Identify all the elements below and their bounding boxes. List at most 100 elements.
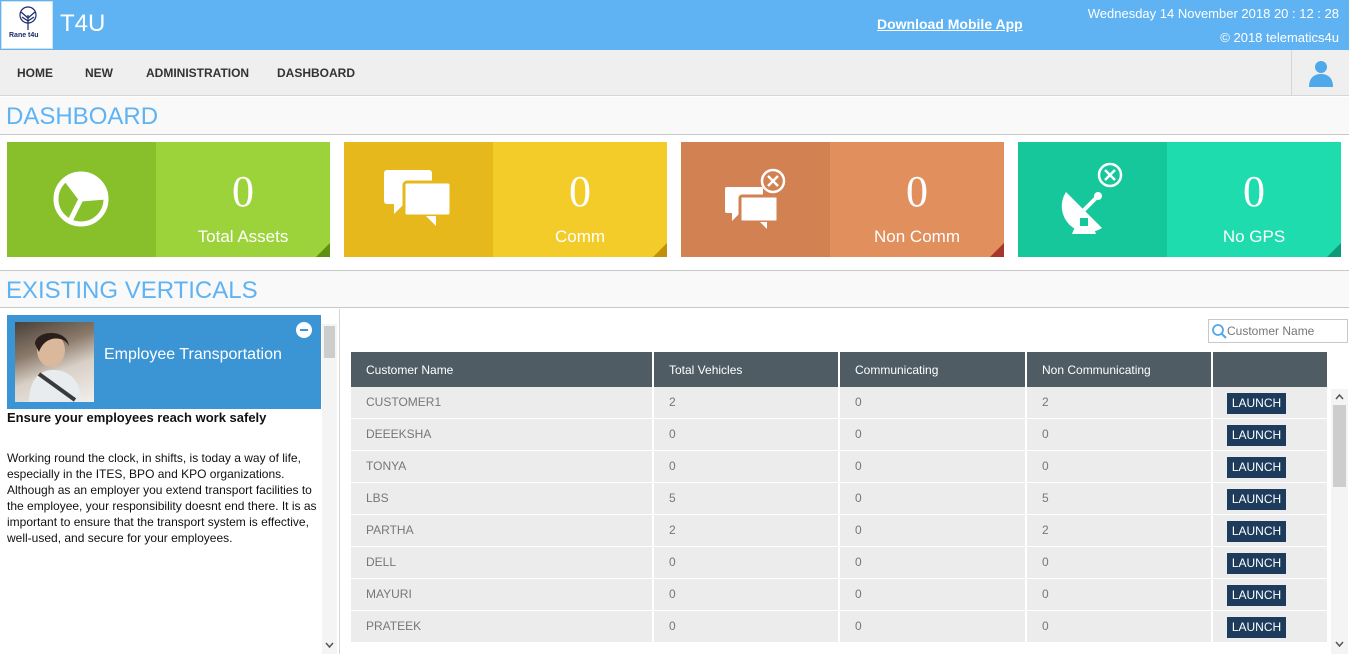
tile-value-area: 0 Non Comm: [830, 142, 1004, 257]
table-cell-noncomm: 0: [1027, 419, 1213, 450]
satellite-off-icon: [1061, 162, 1123, 234]
tile-icon-area: [344, 142, 493, 257]
scroll-up-arrow-icon[interactable]: [1335, 393, 1344, 400]
cell-text: 0: [669, 427, 676, 441]
table-cell-name: PARTHA: [351, 515, 654, 546]
table-scrollbar[interactable]: [1331, 389, 1348, 654]
table-row: PRATEEK 0 0 0 LAUNCH: [351, 611, 1327, 643]
launch-button[interactable]: LAUNCH: [1227, 585, 1286, 606]
cell-text: TONYA: [366, 459, 407, 473]
table-cell-action: LAUNCH: [1213, 419, 1327, 450]
launch-button[interactable]: LAUNCH: [1227, 489, 1286, 510]
cell-text: 0: [1042, 459, 1049, 473]
tile-no-gps[interactable]: 0 No GPS: [1018, 142, 1341, 257]
logo-text: Rane t4u: [9, 32, 39, 39]
collapse-button[interactable]: [296, 322, 312, 338]
table-cell-comm: 0: [840, 451, 1027, 482]
table-cell-action: LAUNCH: [1213, 515, 1327, 546]
scroll-down-arrow-icon[interactable]: [1335, 641, 1344, 648]
table-row: TONYA 0 0 0 LAUNCH: [351, 451, 1327, 483]
customers-table-body: CUSTOMER1 2 0 2 LAUNCH DEEEKSHA 0 0 0 LAUNCH TONYA…: [351, 387, 1331, 654]
table-cell-noncomm: 0: [1027, 547, 1213, 578]
nav-new[interactable]: NEW: [85, 66, 113, 80]
table-cell-action: LAUNCH: [1213, 483, 1327, 514]
nav-dashboard[interactable]: DASHBOARD: [277, 66, 355, 80]
table-cell-total: 5: [654, 483, 840, 514]
cell-text: 0: [669, 587, 676, 601]
comm-value: 0: [569, 167, 591, 216]
cell-text: LBS: [366, 491, 389, 505]
cell-text: 0: [1042, 619, 1049, 633]
cell-text: MAYURI: [366, 587, 412, 601]
table-cell-name: MAYURI: [351, 579, 654, 610]
table-row: DEEEKSHA 0 0 0 LAUNCH: [351, 419, 1327, 451]
verticals-scrollbar[interactable]: [322, 324, 337, 654]
table-cell-total: 2: [654, 515, 840, 546]
non-comm-label: Non Comm: [874, 227, 960, 246]
table-cell-comm: 0: [840, 611, 1027, 642]
cell-text: 0: [1042, 427, 1049, 441]
column-header-customer-name[interactable]: Customer Name: [351, 352, 654, 387]
table-cell-noncomm: 0: [1027, 579, 1213, 610]
cell-text: 2: [669, 523, 676, 537]
cell-text: PARTHA: [366, 523, 414, 537]
table-row: LBS 5 0 5 LAUNCH: [351, 483, 1327, 515]
table-cell-total: 0: [654, 451, 840, 482]
non-comm-value: 0: [906, 167, 928, 216]
column-header-label: Total Vehicles: [669, 363, 743, 377]
table-row: DELL 0 0 0 LAUNCH: [351, 547, 1327, 579]
table-cell-name: LBS: [351, 483, 654, 514]
table-row: PARTHA 2 0 2 LAUNCH: [351, 515, 1327, 547]
tile-comm[interactable]: 0 Comm: [344, 142, 667, 257]
launch-button[interactable]: LAUNCH: [1227, 521, 1286, 542]
scroll-down-arrow-icon[interactable]: [325, 642, 334, 649]
no-gps-value: 0: [1243, 167, 1265, 216]
column-header-total-vehicles[interactable]: Total Vehicles: [654, 352, 840, 387]
chat-bubbles-icon: [384, 170, 453, 226]
download-mobile-app-link[interactable]: Download Mobile App: [877, 16, 1023, 32]
cell-text: 0: [669, 459, 676, 473]
customer-search-input[interactable]: [1227, 322, 1345, 340]
tile-non-comm[interactable]: 0 Non Comm: [681, 142, 1004, 257]
datetime: Wednesday 14 November 2018 20 : 12 : 28: [1087, 6, 1339, 21]
cell-text: 0: [855, 427, 862, 441]
cell-text: 0: [855, 491, 862, 505]
tile-value-area: 0 Total Assets: [156, 142, 330, 257]
launch-button[interactable]: LAUNCH: [1227, 425, 1286, 446]
user-menu-button[interactable]: [1291, 50, 1349, 96]
tile-total-assets[interactable]: 0 Total Assets: [7, 142, 330, 257]
column-header-non-communicating[interactable]: Non Communicating: [1027, 352, 1213, 387]
table-cell-name: PRATEEK: [351, 611, 654, 642]
dashboard-section-title: DASHBOARD: [0, 97, 1349, 135]
vertical-card-employee-transportation[interactable]: Employee Transportation: [7, 315, 321, 409]
main-nav: HOME NEW ADMINISTRATION DASHBOARD: [0, 50, 1349, 96]
launch-button[interactable]: LAUNCH: [1227, 553, 1286, 574]
app-header: Rane t4u T4U Download Mobile App Wednesd…: [0, 0, 1349, 50]
launch-button[interactable]: LAUNCH: [1227, 393, 1286, 414]
cell-text: 0: [855, 555, 862, 569]
tile-value-area: 0 No GPS: [1167, 142, 1341, 257]
column-header-communicating[interactable]: Communicating: [840, 352, 1027, 387]
table-cell-action: LAUNCH: [1213, 387, 1327, 418]
table-cell-action: LAUNCH: [1213, 451, 1327, 482]
table-cell-comm: 0: [840, 483, 1027, 514]
table-cell-noncomm: 5: [1027, 483, 1213, 514]
cell-text: 2: [669, 395, 676, 409]
table-cell-comm: 0: [840, 387, 1027, 418]
scrollbar-thumb[interactable]: [324, 326, 335, 358]
table-row: MAYURI 0 0 0 LAUNCH: [351, 579, 1327, 611]
nav-home[interactable]: HOME: [17, 66, 53, 80]
nav-administration[interactable]: ADMINISTRATION: [146, 66, 249, 80]
scrollbar-thumb[interactable]: [1333, 405, 1346, 487]
customer-search-box[interactable]: [1208, 319, 1348, 343]
search-icon: [1212, 324, 1227, 339]
customers-table-header: Customer Name Total Vehicles Communicati…: [351, 352, 1327, 387]
table-cell-comm: 0: [840, 579, 1027, 610]
cell-text: DEEEKSHA: [366, 427, 432, 441]
tile-icon-area: [7, 142, 156, 257]
logo[interactable]: Rane t4u: [1, 1, 53, 49]
launch-button[interactable]: LAUNCH: [1227, 617, 1286, 638]
cell-text: 0: [1042, 555, 1049, 569]
comm-label: Comm: [554, 227, 606, 246]
launch-button[interactable]: LAUNCH: [1227, 457, 1286, 478]
